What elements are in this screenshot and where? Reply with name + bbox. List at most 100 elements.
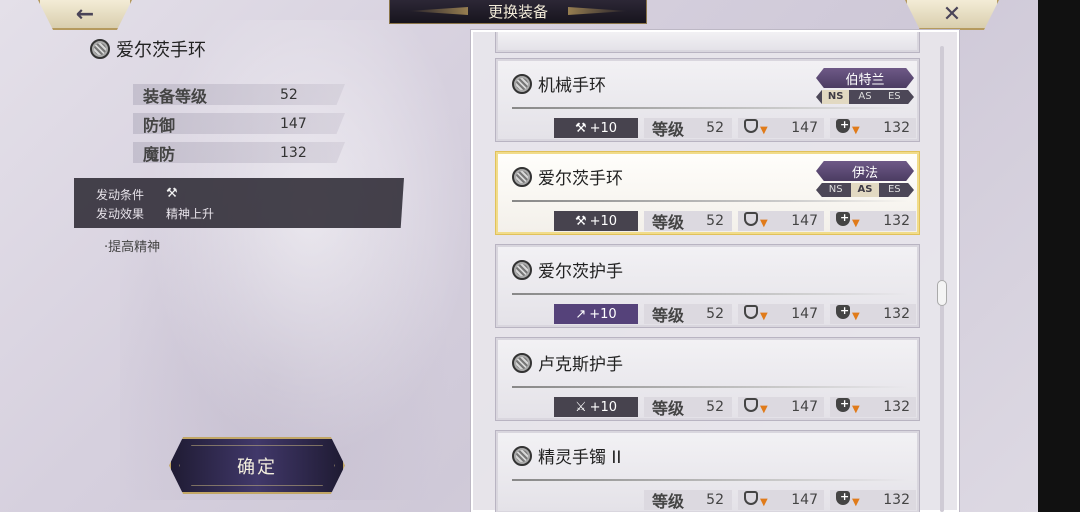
defense-value: 147: [791, 399, 818, 415]
level-label: 等级: [652, 492, 685, 511]
divider: [512, 107, 908, 109]
game-screen: ← 更换装备 ✕ 爱尔茨手环 装备等级 52 防御 147 魔防 132 发动条…: [0, 0, 1038, 512]
divider: [512, 386, 908, 388]
shield-icon: [744, 119, 758, 133]
back-arrow-icon: ←: [75, 1, 95, 27]
item-defense: ▼ 147: [738, 211, 824, 231]
item-defense: ▼ 147: [738, 304, 824, 324]
item-stats-row: ⚒+10 等级 52 ▼ 147 ▼ 132: [554, 118, 916, 139]
equipment-item[interactable]: 精灵手镯 II 等级 52 ▼ 147 ▼ 132: [496, 431, 919, 512]
magic-shield-icon: [836, 211, 850, 226]
level-label: 等级: [652, 120, 685, 139]
hammer-icon: ⚒: [574, 213, 587, 229]
arrow-icon: ↗: [575, 306, 587, 322]
defense-value: 147: [791, 492, 818, 508]
divider: [512, 200, 908, 202]
item-stats-row: 等级 52 ▼ 147 ▼ 132: [644, 490, 916, 511]
series-as: AS: [851, 183, 879, 197]
enhance-level: ⚒ +10: [554, 118, 638, 138]
gauntlet-icon: [512, 259, 532, 280]
stat-magic-defense: 魔防 132: [133, 142, 345, 163]
item-name: 机械手环: [512, 71, 606, 96]
item-level: 等级 52: [644, 118, 732, 139]
magic-defense-value: 132: [883, 399, 910, 415]
level-label: 等级: [652, 306, 685, 325]
magic-defense-value: 132: [883, 213, 910, 229]
confirm-button[interactable]: 确定: [169, 437, 345, 494]
level-label: 等级: [652, 213, 685, 232]
enhance-value: +10: [589, 213, 618, 229]
arrow-down-icon: ▼: [852, 311, 860, 322]
stat-equip-level: 装备等级 52: [133, 84, 345, 105]
magic-defense-value: 132: [883, 492, 910, 508]
item-level: 等级 52: [644, 490, 732, 511]
trigger-effect-box: 发动条件 ⚒ 发动效果 精神上升: [74, 178, 404, 228]
stat-value: 132: [280, 144, 307, 161]
defense-value: 147: [791, 213, 818, 229]
owner-badge: 伊法: [816, 161, 914, 181]
arrow-down-icon: ▼: [852, 125, 860, 136]
item-name-label: 机械手环: [538, 76, 606, 96]
equipment-item[interactable]: 爱尔茨护手 ↗+10 等级 52 ▼ 147 ▼ 132: [496, 245, 919, 327]
arrow-down-icon: ▼: [852, 218, 860, 229]
item-level: 等级 52: [644, 397, 732, 418]
magic-shield-icon: [836, 397, 850, 412]
series-indicator: NS AS ES: [816, 183, 914, 197]
screen-edge-bar: [1038, 0, 1080, 512]
level-value: 52: [706, 399, 724, 415]
item-defense: ▼ 147: [738, 397, 824, 417]
item-defense: ▼ 147: [738, 490, 824, 510]
effect-note: ·提高精神: [104, 240, 161, 255]
back-button[interactable]: ←: [38, 0, 132, 30]
item-defense: ▼ 147: [738, 118, 824, 138]
divider: [512, 293, 908, 295]
item-name: 精灵手镯 II: [512, 443, 621, 468]
sword-icon: ⚔: [574, 399, 587, 415]
magic-defense-value: 132: [883, 306, 910, 322]
series-ns: NS: [828, 184, 843, 195]
equipment-item[interactable]: 机械手环 伯特兰 NS AS ES ⚒+10 等级 52 ▼ 147 ▼ 132: [496, 59, 919, 141]
item-stats-row: ⚒+10 等级 52 ▼ 147 ▼ 132: [554, 211, 916, 232]
hammer-icon: ⚒: [574, 120, 587, 136]
stat-label: 装备等级: [143, 86, 208, 106]
item-name-label: 精灵手镯 II: [538, 448, 622, 468]
item-magic-defense: ▼ 132: [830, 304, 916, 324]
defense-value: 147: [791, 120, 818, 136]
level-label: 等级: [652, 399, 685, 418]
item-name: 爱尔茨手环: [512, 164, 623, 189]
screen-title: 更换装备: [389, 0, 647, 24]
level-value: 52: [706, 306, 724, 322]
shield-icon: [744, 305, 758, 319]
shield-icon: [744, 212, 758, 226]
selected-item-label: 爱尔茨手环: [116, 40, 206, 61]
item-magic-defense: ▼ 132: [830, 211, 916, 231]
close-button[interactable]: ✕: [905, 0, 999, 30]
stat-label: 魔防: [143, 144, 176, 164]
arrow-down-icon: ▼: [852, 404, 860, 415]
item-stats-row: ↗+10 等级 52 ▼ 147 ▼ 132: [554, 304, 916, 325]
item-name-label: 爱尔茨护手: [538, 262, 623, 282]
trigger-effect-value: 精神上升: [166, 207, 215, 221]
trigger-effect-label: 发动效果: [96, 207, 145, 221]
selected-item-name: 爱尔茨手环: [90, 36, 206, 62]
equipment-item[interactable]: 卢克斯护手 ⚔+10 等级 52 ▼ 147 ▼ 132: [496, 338, 919, 420]
series-as: AS: [858, 91, 872, 102]
item-magic-defense: ▼ 132: [830, 118, 916, 138]
series-es: ES: [887, 91, 901, 102]
magic-shield-icon: [836, 304, 850, 319]
equipment-item-selected[interactable]: 爱尔茨手环 伊法 NS AS ES ⚒+10 等级 52 ▼ 147 ▼ 132: [496, 152, 919, 234]
trigger-condition-label: 发动条件: [96, 188, 145, 202]
arrow-down-icon: ▼: [760, 218, 768, 229]
stat-value: 147: [280, 115, 307, 132]
equipment-list[interactable]: 机械手环 伯特兰 NSASES ⚒+10 等级52 ▼147 ▼132 爱尔茨手…: [494, 32, 924, 512]
enhance-level: ↗ +10: [554, 304, 638, 324]
arrow-down-icon: ▼: [760, 311, 768, 322]
bracelet-icon: [512, 166, 532, 187]
scrollbar-track[interactable]: [940, 46, 944, 512]
arrow-down-icon: ▼: [760, 125, 768, 136]
level-value: 52: [706, 492, 724, 508]
scrollbar-thumb[interactable]: [937, 280, 947, 306]
shield-icon: [744, 491, 758, 505]
series-ns: NS: [822, 90, 850, 104]
partial-list-item[interactable]: [496, 32, 919, 52]
